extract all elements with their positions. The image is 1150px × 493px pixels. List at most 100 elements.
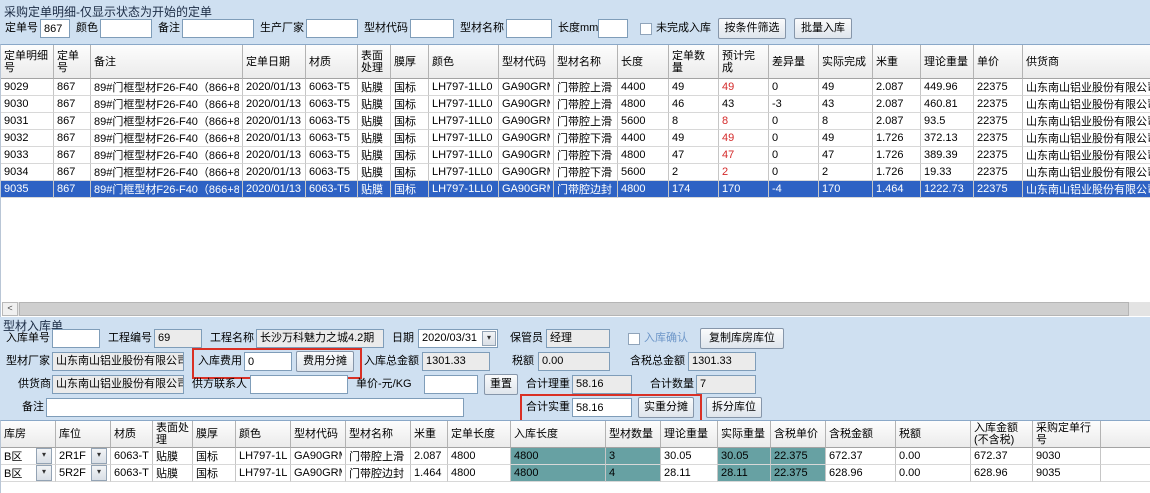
supplier-field: 山东南山铝业股份有限公司 — [52, 375, 184, 394]
column-header[interactable]: 表面处理 — [358, 45, 391, 79]
inbound-fee-input[interactable] — [244, 352, 292, 371]
column-header[interactable]: 型材代码 — [291, 421, 346, 448]
table-row[interactable]: 903186789#门框型材F26-F40（866+867）2020/01/13… — [1, 113, 1150, 130]
column-header[interactable]: 理论重量 — [921, 45, 974, 79]
fee-split-button[interactable]: 费用分摊 — [296, 351, 354, 372]
column-header[interactable]: 定单数量 — [669, 45, 719, 79]
table-row[interactable]: 903086789#门框型材F26-F40（866+867）2020/01/13… — [1, 96, 1150, 113]
column-header[interactable]: 实际完成 — [819, 45, 873, 79]
column-header[interactable]: 库房 — [1, 421, 56, 448]
grid-cell: 贴膜 — [358, 147, 391, 164]
reset-button[interactable]: 重置 — [484, 374, 518, 395]
dropdown-arrow-icon[interactable]: ▾ — [91, 465, 107, 481]
date-label: 日期 — [392, 329, 414, 348]
table-row[interactable]: 903286789#门框型材F26-F40（866+867）2020/01/13… — [1, 130, 1150, 147]
grid-cell: 贴膜 — [358, 113, 391, 130]
table-row[interactable]: 903486789#门框型材F26-F40（866+867）2020/01/13… — [1, 164, 1150, 181]
column-header[interactable]: 膜厚 — [193, 421, 236, 448]
grid-cell: 47 — [669, 147, 719, 164]
grid-cell: 0 — [769, 147, 819, 164]
column-header[interactable]: 定单号 — [54, 45, 91, 79]
grid-cell: 国标 — [391, 79, 429, 96]
supplier-contact-input[interactable] — [250, 375, 348, 394]
calendar-dropdown-button[interactable]: ▾ — [482, 331, 496, 346]
column-header-text: 型材代码 — [502, 56, 546, 68]
column-header[interactable]: 差异量 — [769, 45, 819, 79]
cell-text: 174 — [672, 183, 690, 195]
column-header[interactable]: 预计完成 — [719, 45, 769, 79]
table-row[interactable]: 903386789#门框型材F26-F40（866+867）2020/01/13… — [1, 147, 1150, 164]
cell-text: 国标 — [196, 448, 218, 464]
filter-by-condition-button[interactable]: 按条件筛选 — [718, 18, 786, 39]
grid-cell: 49 — [669, 130, 719, 147]
date-input[interactable]: 2020/03/31 ▾ — [418, 329, 498, 348]
grid-cell: -4 — [769, 181, 819, 198]
column-header[interactable]: 定单明细号 — [1, 45, 54, 79]
actual-weight-split-button[interactable]: 实重分摊 — [638, 397, 694, 418]
column-header[interactable]: 供货商 — [1023, 45, 1150, 79]
dropdown-arrow-icon[interactable]: ▾ — [36, 448, 52, 464]
column-header[interactable]: 材质 — [111, 421, 153, 448]
cell-text: 贴膜 — [361, 147, 383, 163]
column-header[interactable]: 含税单价 — [771, 421, 826, 448]
column-header[interactable]: 采购定单行号 — [1033, 421, 1101, 448]
project-name-field: 长沙万科魅力之城4.2期 — [256, 329, 384, 348]
column-header[interactable]: 库位 — [56, 421, 111, 448]
column-header[interactable]: 入库金额(不含税) — [971, 421, 1033, 448]
column-header-text: 定单长度 — [451, 428, 495, 440]
column-header[interactable]: 单价 — [974, 45, 1023, 79]
split-location-button[interactable]: 拆分库位 — [706, 397, 762, 418]
column-header[interactable]: 型材数量 — [606, 421, 661, 448]
column-header[interactable]: 实际重量 — [718, 421, 771, 448]
length-filter-input[interactable] — [598, 19, 628, 38]
cell-text: 0 — [772, 115, 778, 127]
copy-warehouse-location-button[interactable]: 复制库房库位 — [700, 328, 784, 349]
grid-cell: 山东南山铝业股份有限公司 — [1023, 181, 1150, 198]
unfinished-inbound-checkbox[interactable] — [640, 23, 652, 35]
grid-cell: GA90GRM03 — [499, 79, 554, 96]
cell-text: 0.00 — [899, 450, 920, 462]
inbound-no-input[interactable] — [52, 329, 100, 348]
color-input[interactable] — [100, 19, 152, 38]
column-header[interactable]: 颜色 — [429, 45, 499, 79]
profile-code-filter-input[interactable] — [410, 19, 454, 38]
inbound-confirm-checkbox[interactable] — [628, 333, 640, 345]
dropdown-arrow-icon[interactable]: ▾ — [91, 448, 107, 464]
column-header[interactable]: 备注 — [91, 45, 243, 79]
column-header[interactable]: 颜色 — [236, 421, 291, 448]
dropdown-arrow-icon[interactable]: ▾ — [36, 465, 52, 481]
column-header[interactable]: 膜厚 — [391, 45, 429, 79]
table-row[interactable]: 902986789#门框型材F26-F40（866+867）2020/01/13… — [1, 79, 1150, 96]
total-actual-weight-input[interactable] — [572, 398, 632, 417]
column-header[interactable]: 含税金额 — [826, 421, 896, 448]
column-header[interactable]: 入库长度 — [511, 421, 606, 448]
table-row[interactable]: 903586789#门框型材F26-F40（866+867）2020/01/13… — [1, 181, 1150, 198]
horizontal-scrollbar[interactable]: < — [2, 302, 1150, 316]
order-no-input[interactable] — [40, 19, 70, 38]
column-header[interactable]: 米重 — [873, 45, 921, 79]
column-header[interactable]: 米重 — [411, 421, 448, 448]
column-header[interactable]: 材质 — [306, 45, 358, 79]
column-header[interactable]: 表面处理 — [153, 421, 193, 448]
unit-price-input[interactable] — [424, 375, 478, 394]
manufacturer-input[interactable] — [306, 19, 358, 38]
column-header[interactable]: 型材代码 — [499, 45, 554, 79]
remark-input[interactable] — [46, 398, 464, 417]
column-header[interactable]: 型材名称 — [554, 45, 618, 79]
remark-filter-input[interactable] — [182, 19, 254, 38]
grid-cell: B区▾ — [1, 465, 56, 482]
scroll-left-button[interactable]: < — [2, 302, 18, 316]
column-header[interactable]: 长度 — [618, 45, 669, 79]
profile-name-filter-input[interactable] — [506, 19, 552, 38]
grid-cell: 22.375 — [771, 465, 826, 482]
column-header[interactable]: 定单日期 — [243, 45, 306, 79]
column-header[interactable]: 定单长度 — [448, 421, 511, 448]
batch-inbound-button[interactable]: 批量入库 — [794, 18, 852, 39]
column-header[interactable]: 型材名称 — [346, 421, 411, 448]
column-header[interactable]: 理论重量 — [661, 421, 718, 448]
scrollbar-thumb[interactable] — [19, 302, 1129, 316]
table-row[interactable]: B区▾5R2F▾6063-T5贴膜国标LH797-1LL0GA90GRM05门带… — [1, 465, 1150, 482]
table-row[interactable]: B区▾2R1F▾6063-T5贴膜国标LH797-1LL0GA90GRM03门带… — [1, 448, 1150, 465]
cell-text: 门带腔上滑 — [557, 96, 612, 112]
column-header[interactable]: 税额 — [896, 421, 971, 448]
